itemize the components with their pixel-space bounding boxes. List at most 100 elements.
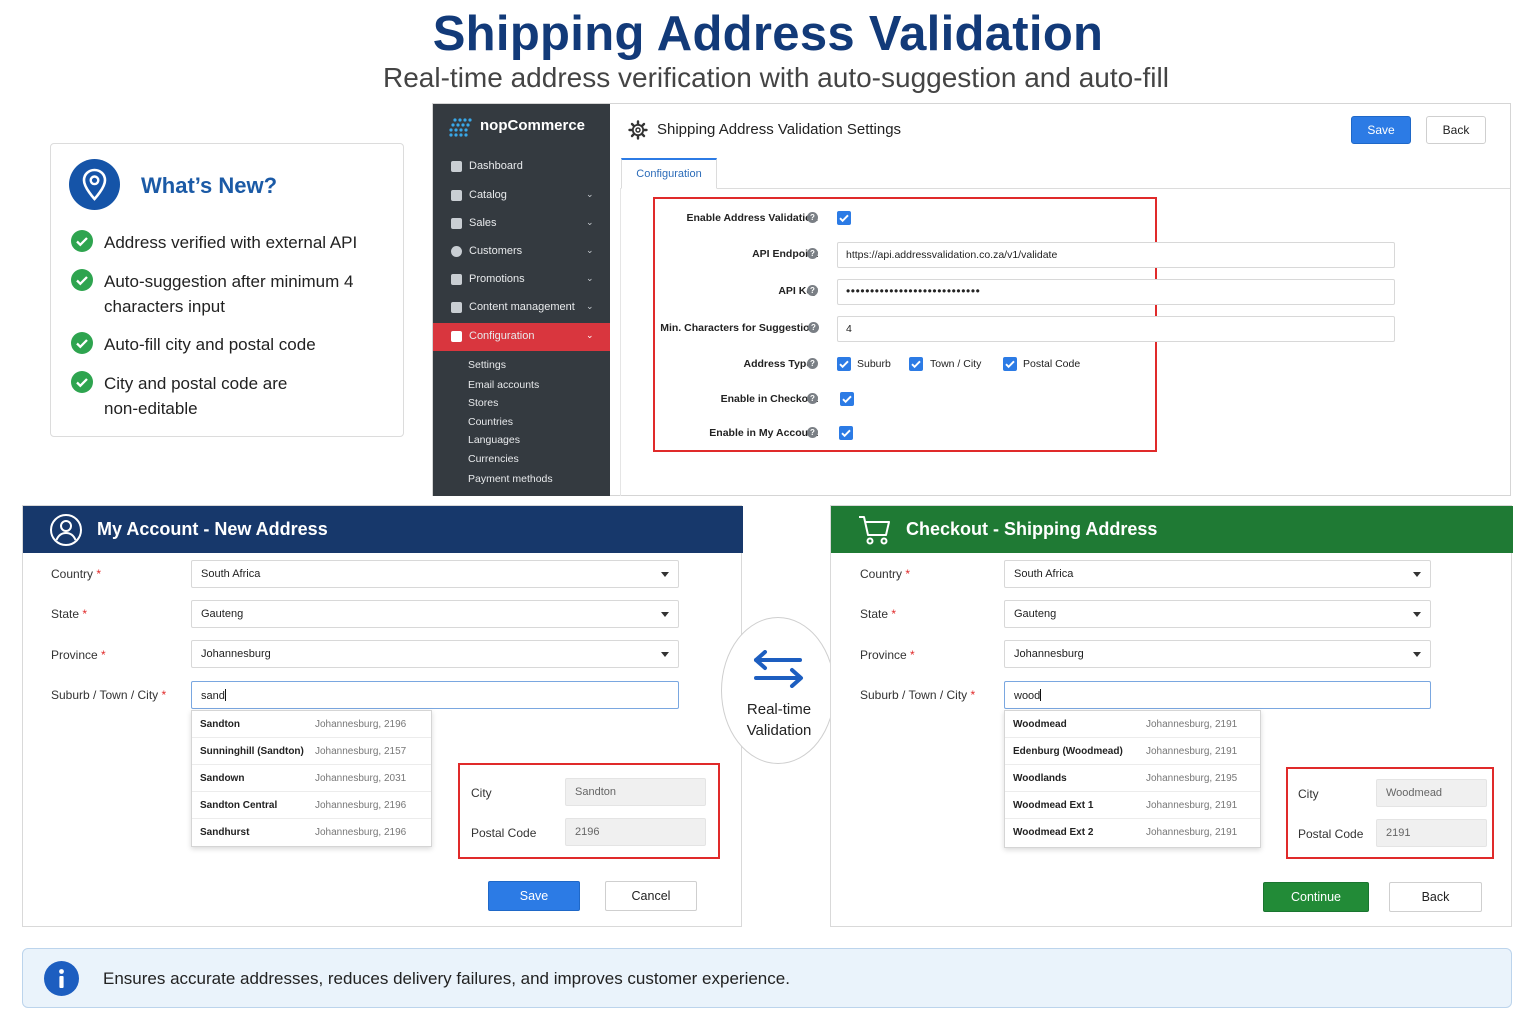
chevron-down-icon: ⌄	[586, 189, 594, 199]
page-title: Shipping Address Validation	[432, 7, 1104, 61]
postal-code-checkbox[interactable]	[1003, 357, 1017, 371]
whats-new-card: What’s New? Address verified with extern…	[50, 143, 404, 437]
suggestion-item[interactable]: Woodmead Ext 1 Johannesburg, 2191	[1005, 792, 1260, 819]
help-icon[interactable]: ?	[807, 427, 818, 438]
my-account-panel: My Account - New Address Country * South…	[22, 505, 743, 927]
check-circle-icon	[71, 269, 93, 291]
subnav-payment-methods[interactable]: Payment methods	[468, 473, 553, 485]
suggestion-item[interactable]: Sandton Johannesburg, 2196	[192, 711, 431, 738]
field-enable-my-account: Enable in My Account ?	[434, 421, 1334, 447]
town-city-checkbox[interactable]	[909, 357, 923, 371]
checkout-title: Checkout - Shipping Address	[906, 519, 1158, 539]
field-api-key: API Key ? ••••••••••••••••••••••••••••	[434, 279, 1395, 305]
caret-down-icon	[1413, 652, 1421, 657]
state-select[interactable]: Gauteng	[191, 600, 679, 628]
tab-configuration[interactable]: Configuration	[621, 158, 717, 189]
caret-down-icon	[661, 612, 669, 617]
suggestion-item[interactable]: Woodmead Johannesburg, 2191	[1005, 711, 1260, 738]
settings-title: Shipping Address Validation Settings	[657, 121, 902, 138]
province-label: Province *	[860, 648, 915, 662]
realtime-validation-badge: Real-time Validation	[721, 617, 835, 764]
location-pin-icon	[69, 159, 120, 210]
admin-settings-window: nopCommerce Dashboard Catalog ⌄ Sales ⌄ …	[432, 103, 1511, 496]
province-select[interactable]: Johannesburg	[1004, 640, 1431, 668]
check-circle-icon	[71, 371, 93, 393]
city-readonly-field: Sandton	[565, 778, 706, 806]
enable-validation-checkbox[interactable]	[837, 211, 851, 225]
enable-my-account-checkbox[interactable]	[839, 426, 853, 440]
enable-checkout-checkbox[interactable]	[840, 392, 854, 406]
suggestion-item[interactable]: Woodlands Johannesburg, 2195	[1005, 765, 1260, 792]
province-label: Province *	[51, 648, 106, 662]
field-label: Enable Address Validation	[686, 212, 818, 224]
api-endpoint-input[interactable]: https://api.addressvalidation.co.za/v1/v…	[837, 242, 1395, 268]
suggestion-item[interactable]: Sunninghill (Sandton) Johannesburg, 2157	[192, 738, 431, 765]
gear-icon	[628, 120, 648, 140]
api-key-input[interactable]: ••••••••••••••••••••••••••••	[837, 279, 1395, 305]
save-button[interactable]: Save	[488, 881, 580, 911]
dashboard-icon	[451, 161, 462, 172]
nav-dashboard[interactable]: Dashboard	[433, 153, 610, 181]
realtime-validation-label: Real-time Validation	[746, 701, 812, 739]
suggestion-item[interactable]: Sandton Central Johannesburg, 2196	[192, 792, 431, 819]
help-icon[interactable]: ?	[807, 212, 818, 223]
city-readonly-field: Woodmead	[1376, 779, 1487, 807]
suburb-label: Suburb / Town / City *	[860, 688, 976, 702]
province-select[interactable]: Johannesburg	[191, 640, 679, 668]
suggestion-item[interactable]: Woodmead Ext 2 Johannesburg, 2191	[1005, 819, 1260, 846]
country-select[interactable]: South Africa	[191, 560, 679, 588]
catalog-icon	[451, 190, 462, 201]
min-characters-input[interactable]: 4	[837, 316, 1395, 342]
postal-code-label: Postal Code	[1023, 358, 1081, 370]
nop-logo-icon	[449, 118, 472, 137]
feature-text: Auto-suggestion after minimum 4 characte…	[104, 272, 354, 316]
help-icon[interactable]: ?	[807, 248, 818, 259]
state-select[interactable]: Gauteng	[1004, 600, 1431, 628]
field-enable-validation: Enable Address Validation ?	[434, 206, 1334, 232]
help-icon[interactable]: ?	[807, 285, 818, 296]
help-icon[interactable]: ?	[808, 322, 819, 333]
nav-label: Catalog	[469, 189, 507, 201]
checkout-header: Checkout - Shipping Address	[831, 506, 1513, 553]
suggestion-item[interactable]: Sandown Johannesburg, 2031	[192, 765, 431, 792]
feature-text: Address verified with external API	[104, 233, 358, 252]
help-icon[interactable]: ?	[807, 393, 818, 404]
my-account-header: My Account - New Address	[23, 506, 743, 553]
country-select[interactable]: South Africa	[1004, 560, 1431, 588]
admin-back-button[interactable]: Back	[1426, 116, 1486, 144]
brand-name: nopCommerce	[480, 117, 586, 134]
suggestion-item[interactable]: Sandhurst Johannesburg, 2196	[192, 819, 431, 846]
suburb-label: Suburb / Town / City *	[51, 688, 167, 702]
state-label: State *	[860, 607, 897, 621]
suggestion-item[interactable]: Edenburg (Woodmead) Johannesburg, 2191	[1005, 738, 1260, 765]
field-enable-checkout: Enable in Checkout ?	[434, 387, 1334, 413]
swap-arrows-icon	[754, 650, 803, 688]
back-button[interactable]: Back	[1389, 882, 1482, 912]
caret-down-icon	[661, 572, 669, 577]
city-label: City	[471, 786, 492, 800]
page-subtitle: Real-time address verification with auto…	[383, 62, 1169, 93]
cancel-button[interactable]: Cancel	[605, 881, 697, 911]
shopping-cart-icon	[859, 516, 890, 545]
postal-code-label: Postal Code	[471, 826, 537, 840]
city-label: City	[1298, 787, 1319, 801]
field-label: Enable in Checkout	[720, 393, 818, 405]
subnav-currencies[interactable]: Currencies	[468, 453, 519, 465]
suburb-search-input[interactable]: wood	[1004, 681, 1431, 709]
field-min-characters: Min. Characters for Suggestion ? 4	[434, 316, 1395, 342]
suburb-checkbox[interactable]	[837, 357, 851, 371]
caret-down-icon	[661, 652, 669, 657]
help-icon[interactable]: ?	[807, 358, 818, 369]
feature-text: City and postal code are non-editable	[104, 374, 288, 418]
feature-text: Auto-fill city and postal code	[104, 335, 316, 354]
info-banner-text: Ensures accurate addresses, reduces deli…	[103, 969, 790, 988]
continue-button[interactable]: Continue	[1263, 882, 1369, 912]
caret-down-icon	[1413, 572, 1421, 577]
state-label: State *	[51, 607, 88, 621]
postal-code-label: Postal Code	[1298, 827, 1364, 841]
suggestion-dropdown: Sandton Johannesburg, 2196 Sunninghill (S…	[191, 710, 432, 847]
my-account-title: My Account - New Address	[97, 519, 328, 539]
country-label: Country *	[860, 567, 911, 581]
suburb-search-input[interactable]: sand	[191, 681, 679, 709]
admin-save-button[interactable]: Save	[1351, 116, 1411, 144]
